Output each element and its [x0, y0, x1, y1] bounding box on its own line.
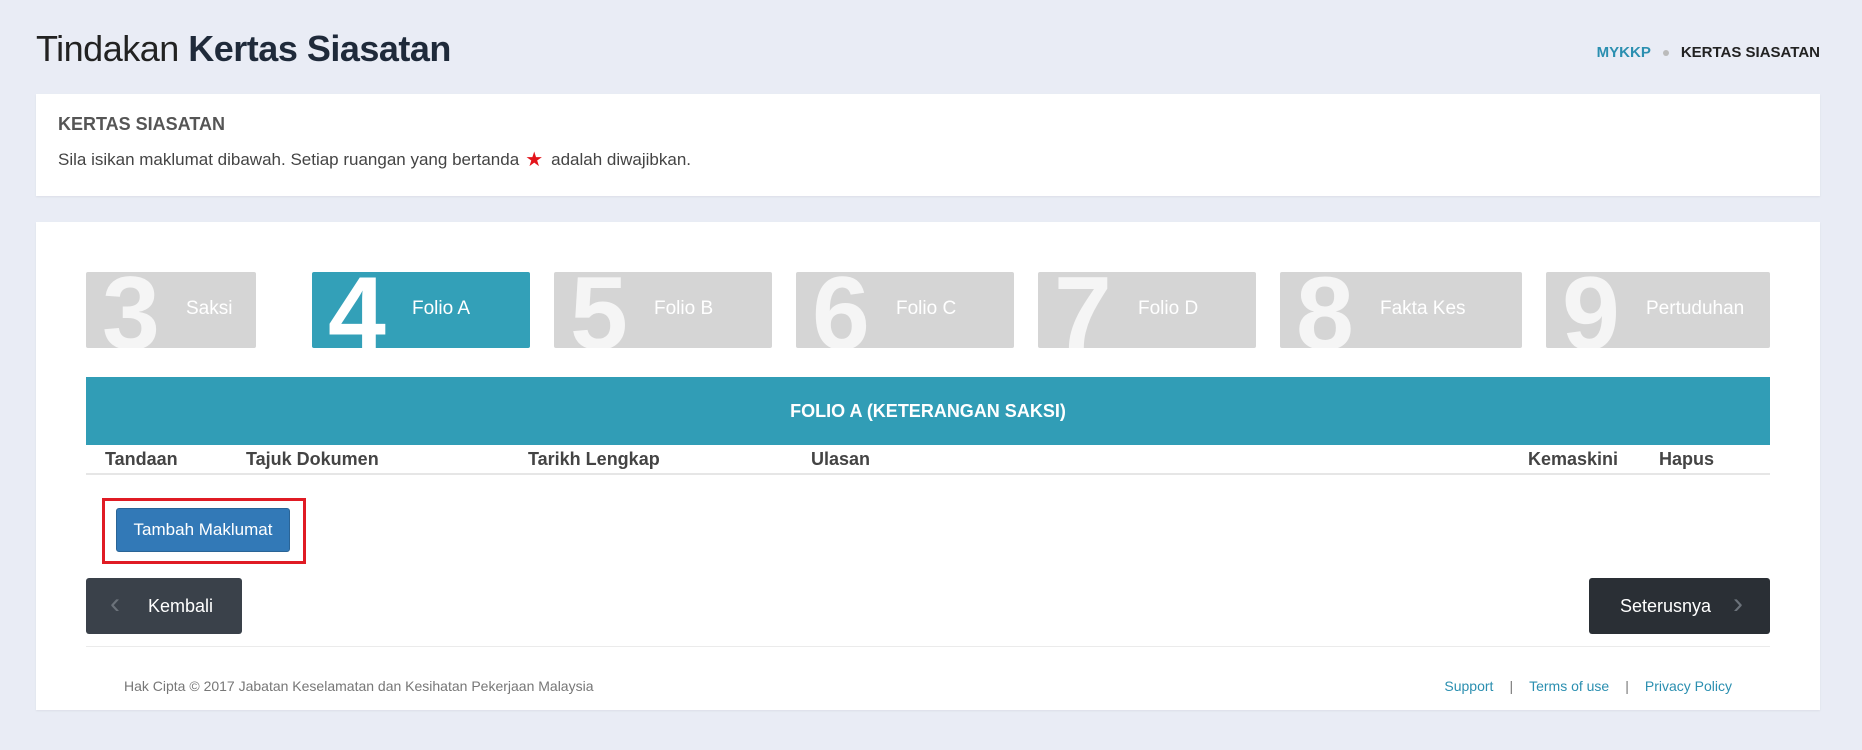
- page-header: Tindakan Kertas Siasatan MYKKP KERTAS SI…: [36, 24, 1820, 72]
- step-wizard: 3 Saksi 4 Folio A 5 Folio B 6 Folio C 7 …: [86, 272, 1770, 348]
- table-header-row: Tandaan Tajuk Dokumen Tarikh Lengkap Ula…: [86, 445, 1770, 475]
- step-label: Pertuduhan: [1646, 298, 1745, 319]
- table-caption: FOLIO A (KETERANGAN SAKSI): [86, 377, 1770, 445]
- step-label: Folio D: [1138, 298, 1199, 319]
- step-number: 4: [328, 272, 386, 348]
- footer-link-terms[interactable]: Terms of use: [1529, 678, 1609, 694]
- next-button-label: Seterusnya: [1620, 596, 1712, 616]
- step-label: Folio A: [412, 298, 471, 319]
- footer-divider: [86, 646, 1770, 647]
- info-card-title: KERTAS SIASATAN: [58, 114, 226, 134]
- step-number: 6: [812, 272, 870, 348]
- footer-link-support[interactable]: Support: [1444, 678, 1493, 694]
- step-folio-a[interactable]: 4 Folio A: [312, 272, 530, 348]
- step-folio-d[interactable]: 7 Folio D: [1038, 272, 1256, 348]
- page-title-bold: Kertas Siasatan: [188, 28, 451, 69]
- column-header-ulasan: Ulasan: [811, 449, 871, 469]
- info-card: KERTAS SIASATAN Sila isikan maklumat dib…: [36, 94, 1820, 196]
- footer-link-separator: |: [1509, 678, 1514, 694]
- step-number: 8: [1296, 272, 1354, 348]
- page-title-light: Tindakan: [36, 28, 179, 69]
- step-label: Saksi: [186, 298, 233, 319]
- step-number: 9: [1562, 272, 1620, 348]
- step-number: 7: [1054, 272, 1112, 348]
- step-fakta-kes[interactable]: 8 Fakta Kes: [1280, 272, 1522, 348]
- step-number: 5: [570, 272, 628, 348]
- column-header-tarikh-lengkap: Tarikh Lengkap: [528, 449, 660, 469]
- star-icon: ★: [525, 149, 544, 171]
- breadcrumb-separator: [1662, 49, 1669, 56]
- step-number: 3: [102, 272, 160, 348]
- footer-link-separator: |: [1625, 678, 1629, 694]
- step-label: Folio B: [654, 298, 714, 319]
- info-card-text: Sila isikan maklumat dibawah. Setiap rua…: [58, 150, 691, 170]
- page: Tindakan Kertas Siasatan MYKKP KERTAS SI…: [0, 0, 1862, 750]
- info-text-before: Sila isikan maklumat dibawah. Setiap rua…: [58, 150, 520, 169]
- step-label: Folio C: [896, 298, 957, 319]
- folio-table: FOLIO A (KETERANGAN SAKSI) Tandaan Tajuk…: [86, 377, 1770, 475]
- breadcrumb: MYKKP KERTAS SIASATAN: [1597, 44, 1820, 61]
- breadcrumb-current: KERTAS SIASATAN: [1680, 44, 1820, 61]
- breadcrumb-home-link[interactable]: MYKKP: [1597, 44, 1651, 61]
- chevron-left-icon: ‹: [110, 587, 120, 620]
- column-header-tajuk-dokumen: Tajuk Dokumen: [246, 449, 379, 469]
- footer-link-privacy[interactable]: Privacy Policy: [1645, 678, 1732, 694]
- main-card: 3 Saksi 4 Folio A 5 Folio B 6 Folio C 7 …: [36, 222, 1820, 710]
- add-info-button[interactable]: Tambah Maklumat: [116, 508, 290, 552]
- step-folio-b[interactable]: 5 Folio B: [554, 272, 772, 348]
- back-button-label: Kembali: [148, 596, 214, 616]
- step-label: Fakta Kes: [1380, 298, 1466, 319]
- step-pertuduhan[interactable]: 9 Pertuduhan: [1546, 272, 1770, 348]
- step-folio-c[interactable]: 6 Folio C: [796, 272, 1014, 348]
- next-button[interactable]: Seterusnya ›: [1589, 578, 1770, 634]
- step-saksi[interactable]: 3 Saksi: [86, 272, 256, 348]
- column-header-tandaan: Tandaan: [105, 449, 178, 469]
- info-text-after: adalah diwajibkan.: [551, 150, 692, 169]
- chevron-right-icon: ›: [1733, 587, 1743, 620]
- column-header-hapus: Hapus: [1659, 449, 1715, 469]
- footer-links: Support | Terms of use | Privacy Policy: [1444, 678, 1732, 694]
- column-header-kemaskini: Kemaskini: [1528, 449, 1619, 469]
- page-title: Tindakan Kertas Siasatan: [36, 28, 451, 70]
- back-button[interactable]: ‹ Kembali: [86, 578, 242, 634]
- footer-copyright: Hak Cipta © 2017 Jabatan Keselamatan dan…: [124, 678, 594, 694]
